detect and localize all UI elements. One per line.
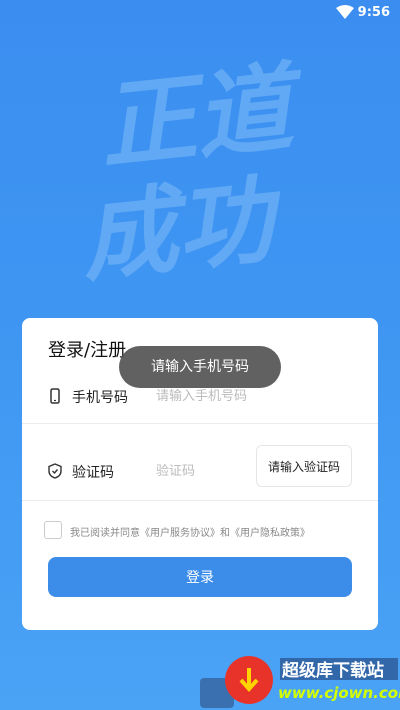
watermark-brand: 超级库下载站 bbox=[282, 660, 384, 681]
phone-icon bbox=[50, 388, 60, 404]
watermark: 超级库下载站 www.cjown.com bbox=[198, 650, 400, 710]
code-input[interactable] bbox=[156, 458, 266, 484]
phone-label: 手机号码 bbox=[72, 390, 128, 406]
wifi-icon bbox=[336, 5, 354, 19]
login-button[interactable]: 登录 bbox=[48, 557, 352, 597]
hero-line-2: 成功 bbox=[75, 162, 289, 290]
send-code-button[interactable]: 请输入验证码 bbox=[256, 445, 352, 487]
hero-calligraphy: 正道 成功 bbox=[75, 49, 311, 290]
status-bar: 9:56 bbox=[0, 0, 400, 26]
status-time: 9:56 bbox=[357, 5, 390, 20]
agreement-text[interactable]: 我已阅读并同意《用户服务协议》和《用户隐私政策》 bbox=[70, 524, 310, 539]
shield-icon bbox=[48, 463, 62, 479]
hero-line-1: 正道 bbox=[94, 49, 311, 183]
code-row: 验证码 请输入验证码 bbox=[22, 443, 378, 501]
code-label: 验证码 bbox=[72, 465, 114, 481]
login-title: 登录/注册 bbox=[48, 340, 127, 361]
toast-message: 请输入手机号码 bbox=[119, 346, 281, 388]
agreement-checkbox[interactable] bbox=[44, 521, 62, 539]
watermark-text: www.cjown.com bbox=[278, 684, 400, 702]
agreement-row: 我已阅读并同意《用户服务协议》和《用户隐私政策》 bbox=[44, 521, 364, 543]
